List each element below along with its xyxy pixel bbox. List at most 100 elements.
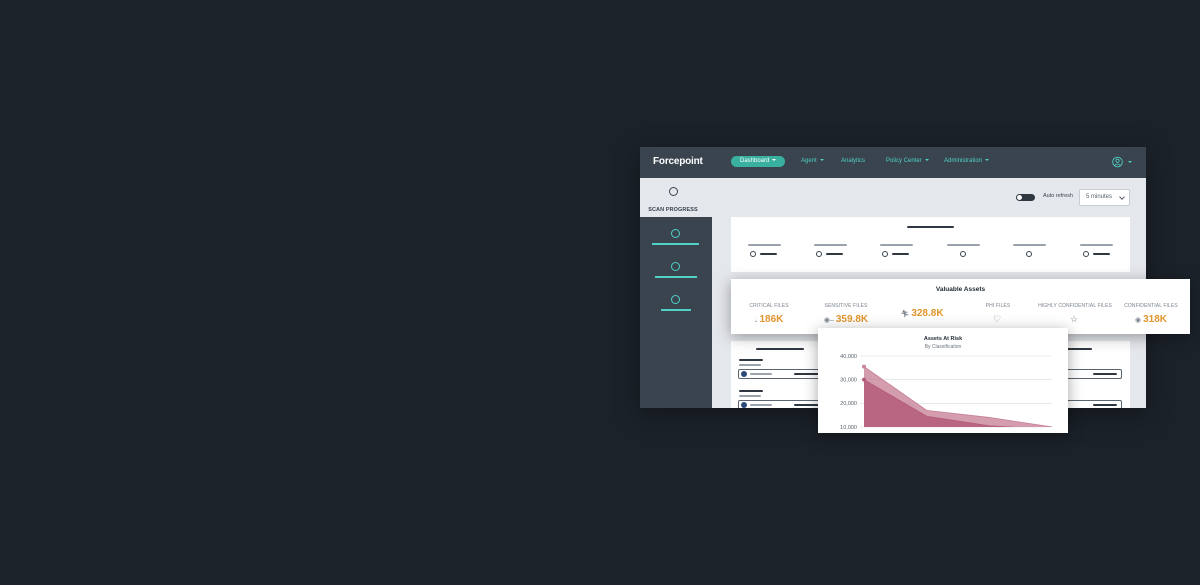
chevron-down-icon xyxy=(772,159,777,162)
circle-icon xyxy=(671,295,680,304)
nav-analytics-label: Analytics xyxy=(841,158,866,164)
target-icon: ◉ xyxy=(1134,317,1142,324)
sidebar xyxy=(640,217,712,408)
refresh-interval-select[interactable]: 5 minutes xyxy=(1079,189,1130,206)
nav-agent[interactable]: Agent xyxy=(801,156,824,167)
placeholder-line xyxy=(814,244,847,246)
circle-icon xyxy=(671,229,680,238)
stat-label: CONFIDENTIAL FILES xyxy=(1124,303,1178,309)
placeholder-line xyxy=(760,253,777,255)
forcepoint-logo: Forcepoint xyxy=(653,156,703,167)
placeholder-line xyxy=(1080,244,1113,246)
data-point[interactable] xyxy=(862,377,866,382)
y-tick-label: 30,000 xyxy=(840,377,857,383)
placeholder-line xyxy=(907,226,954,228)
placeholder-line xyxy=(1013,244,1046,246)
placeholder-line xyxy=(892,253,909,255)
sidebar-item-3[interactable] xyxy=(640,295,712,323)
placeholder-line xyxy=(794,373,819,375)
placeholder-line xyxy=(739,359,763,361)
placeholder-line xyxy=(756,348,804,350)
circle-icon xyxy=(960,251,966,257)
stat-critical-files[interactable]: CRITICAL FILES 💧︎ 186K xyxy=(729,303,809,325)
nav-dashboard[interactable]: Dashboard xyxy=(731,156,786,167)
y-tick-label: 40,000 xyxy=(840,354,857,360)
nav-dashboard-label: Dashboard xyxy=(740,158,770,164)
stat-highly-confidential-files[interactable]: HIGHLY CONFIDENTIAL FILES ☆ xyxy=(1035,303,1115,324)
stat-label: HIGHLY CONFIDENTIAL FILES xyxy=(1038,303,1112,309)
stat-value: 359.8K xyxy=(835,314,869,325)
valuable-assets-title: Valuable Assets xyxy=(935,286,986,293)
sidebar-item-bar xyxy=(655,276,697,278)
status-dot xyxy=(741,371,747,377)
circle-icon xyxy=(750,251,756,257)
stat-figure-files[interactable]: 🏃︎ 328.8K xyxy=(882,303,962,319)
placeholder-line xyxy=(1093,373,1117,375)
chevron-down-icon xyxy=(1119,194,1125,200)
star-icon: ☆ xyxy=(1069,314,1079,324)
placeholder-line xyxy=(750,373,772,375)
stat-label: SENSITIVE FILES xyxy=(824,303,868,309)
nav-administration[interactable]: Administration xyxy=(944,156,990,167)
status-dot xyxy=(741,402,747,408)
auto-refresh-toggle[interactable] xyxy=(1016,194,1035,201)
figure-icon: 🏃︎ xyxy=(900,311,910,318)
placeholder-line xyxy=(1093,404,1117,406)
chevron-down-icon xyxy=(985,159,990,162)
valuable-assets-card: Valuable Assets CRITICAL FILES 💧︎ 186K SE… xyxy=(731,279,1190,334)
user-menu-button[interactable] xyxy=(1112,156,1136,168)
placeholder-line xyxy=(739,364,761,366)
circle-icon xyxy=(1026,251,1032,257)
y-tick-label: 10,000 xyxy=(840,425,857,431)
placeholder-line xyxy=(826,253,843,255)
scan-progress-label: SCAN PROGRESS xyxy=(648,207,698,213)
circle-icon xyxy=(882,251,888,257)
placeholder-line xyxy=(748,244,781,246)
placeholder-line xyxy=(880,244,913,246)
placeholder-line xyxy=(1093,253,1110,255)
summary-card xyxy=(731,217,1130,272)
refresh-interval-value: 5 minutes xyxy=(1086,194,1113,200)
auto-refresh-label: Auto refresh xyxy=(1043,193,1073,199)
stat-value: 318K xyxy=(1143,314,1167,325)
drop-icon: 💧︎ xyxy=(754,317,758,324)
chevron-down-icon xyxy=(819,159,824,162)
placeholder-line xyxy=(739,395,761,397)
toggle-knob xyxy=(1017,195,1022,200)
sidebar-item-bar xyxy=(652,243,699,245)
placeholder-line xyxy=(750,404,772,406)
top-navigation: Forcepoint Dashboard Agent Analytics Pol… xyxy=(640,147,1146,178)
sidebar-item-1[interactable] xyxy=(640,229,712,257)
y-tick-label: 20,000 xyxy=(840,401,857,407)
scan-progress-button[interactable]: SCAN PROGRESS xyxy=(644,187,702,216)
assets-at-risk-card: Assets At Risk By Classification 10,000 2… xyxy=(818,328,1068,433)
stat-phi-files[interactable]: PHI FILES ♡ xyxy=(958,303,1038,324)
nav-policy-center-label: Policy Center xyxy=(886,158,922,164)
stat-confidential-files[interactable]: CONFIDENTIAL FILES ◉ 318K xyxy=(1111,303,1191,325)
heart-icon: ♡ xyxy=(992,314,1002,324)
stat-label: PHI FILES xyxy=(985,303,1011,309)
spinner-icon xyxy=(668,187,678,196)
placeholder-line xyxy=(947,244,980,246)
stat-value: 328.8K xyxy=(911,308,944,319)
stat-value: 186K xyxy=(759,314,784,325)
stat-label: CRITICAL FILES xyxy=(749,303,789,309)
dashboard-toolbar: SCAN PROGRESS Auto refresh 5 minutes xyxy=(640,178,1146,217)
placeholder-line xyxy=(794,404,819,406)
data-point[interactable] xyxy=(862,364,866,369)
sidebar-item-2[interactable] xyxy=(640,262,712,290)
stat-sensitive-files[interactable]: SENSITIVE FILES ◉– 359.8K xyxy=(806,303,886,325)
nav-policy-center[interactable]: Policy Center xyxy=(886,156,929,167)
assets-at-risk-chart: 10,000 20,000 30,000 40,000 xyxy=(840,354,1053,431)
chevron-down-icon xyxy=(924,159,929,162)
placeholder-line xyxy=(739,390,763,392)
nav-analytics[interactable]: Analytics xyxy=(841,156,865,167)
nav-administration-label: Administration xyxy=(944,158,983,164)
user-circle-icon xyxy=(1112,156,1132,168)
circle-icon xyxy=(671,262,680,271)
eye-icon: ◉– xyxy=(823,317,834,324)
nav-agent-label: Agent xyxy=(801,158,817,164)
circle-icon xyxy=(1083,251,1089,257)
circle-icon xyxy=(816,251,822,257)
sidebar-item-bar xyxy=(661,309,691,311)
